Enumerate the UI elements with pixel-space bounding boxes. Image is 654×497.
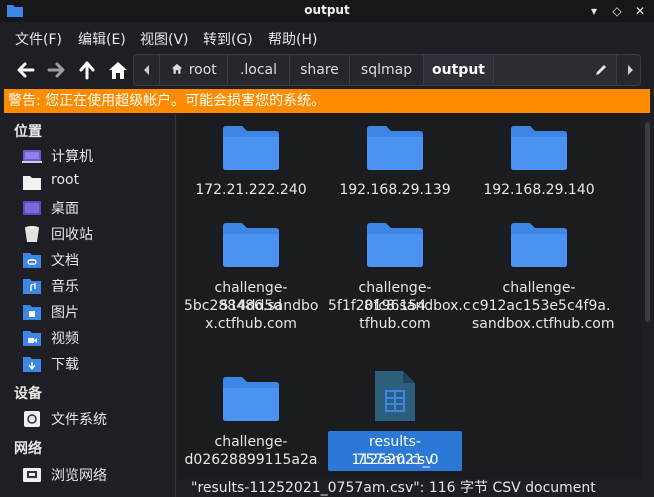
music-folder-icon xyxy=(23,279,41,294)
pictures-folder-icon xyxy=(23,305,41,320)
folder-icon xyxy=(223,223,279,267)
sidebar-item-label: 视频 xyxy=(51,331,79,347)
desktop-icon xyxy=(23,201,41,215)
pencil-icon[interactable] xyxy=(594,63,608,77)
network-icon xyxy=(23,468,41,482)
folder-icon xyxy=(511,126,567,170)
file-name-line: 5f1f20fc8.sandbox.c xyxy=(328,298,471,314)
file-name-line: challenge- xyxy=(214,434,288,450)
sidebar-item-pictures[interactable]: 图片 xyxy=(22,300,172,324)
vertical-scrollbar[interactable] xyxy=(641,114,654,479)
spreadsheet-file-icon xyxy=(375,371,415,421)
root-warning-banner: 警告: 您正在使用超级帐户。可能会损害您的系统。 xyxy=(4,89,650,113)
path-scroll-right[interactable] xyxy=(616,55,640,85)
sidebar-item-label: 浏览网络 xyxy=(51,468,107,484)
home-folder-icon xyxy=(23,176,41,190)
sidebar-item-label: 音乐 xyxy=(51,279,79,295)
crumb-sqlmap[interactable]: sqlmap xyxy=(350,55,424,85)
file-name: 172.21.222.240 xyxy=(195,182,307,198)
trash-icon xyxy=(25,226,39,242)
file-name-line: d02628899115a2a xyxy=(184,452,318,468)
menu-edit[interactable]: 编辑(E) xyxy=(78,29,126,49)
close-icon[interactable]: ✕ xyxy=(632,3,648,19)
folder-icon xyxy=(367,126,423,170)
sidebar-item-label: root xyxy=(51,172,80,188)
home-icon[interactable] xyxy=(106,59,130,81)
menu-bar: 文件(F) 编辑(E) 视图(V) 转到(G) 帮助(H) xyxy=(0,24,654,52)
up-arrow-icon[interactable] xyxy=(75,59,99,81)
downloads-folder-icon xyxy=(23,357,41,372)
file-name: 192.168.29.140 xyxy=(483,182,595,198)
path-bar: root .local share sqlmap output xyxy=(133,54,641,86)
path-scroll-left[interactable] xyxy=(134,55,160,85)
sidebar-item-label: 图片 xyxy=(51,305,79,321)
sidebar-item-trash[interactable]: 回收站 xyxy=(22,222,172,246)
file-name-line: sandbox.ctfhub.com xyxy=(472,316,615,332)
status-bar: "results-11252021_0757am.csv": 116 字节 CS… xyxy=(177,479,654,497)
chevron-right-icon xyxy=(627,65,633,75)
back-arrow-icon[interactable] xyxy=(14,59,38,81)
sidebar-item-music[interactable]: 音乐 xyxy=(22,274,172,298)
chevron-left-icon xyxy=(143,65,149,75)
sidebar-item-computer[interactable]: 计算机 xyxy=(22,144,172,168)
sidebar-item-label: 桌面 xyxy=(51,201,79,217)
file-grid: 172.21.222.240 192.168.29.139 192.168.29… xyxy=(177,114,641,479)
sidebar-item-filesystem[interactable]: 文件系统 xyxy=(22,407,172,431)
folder-icon xyxy=(223,126,279,170)
sidebar-item-downloads[interactable]: 下载 xyxy=(22,352,172,376)
file-name-line: 5bc288486.sandbo xyxy=(184,298,319,314)
folder-icon xyxy=(367,223,423,267)
maximize-icon[interactable]: ◇ xyxy=(609,3,625,19)
menu-go[interactable]: 转到(G) xyxy=(203,29,253,49)
scrollbar-thumb[interactable] xyxy=(645,122,650,322)
places-title: 位置 xyxy=(14,124,42,140)
computer-icon xyxy=(22,150,42,163)
sidebar-item-label: 回收站 xyxy=(51,227,93,243)
file-name-line: tfhub.com xyxy=(359,316,431,332)
documents-folder-icon xyxy=(23,253,41,268)
sidebar-item-browse-network[interactable]: 浏览网络 xyxy=(22,463,172,487)
drive-icon xyxy=(24,411,40,427)
window-title: output xyxy=(304,3,350,17)
file-name: 192.168.29.139 xyxy=(339,182,451,198)
crumb-output[interactable]: output xyxy=(424,55,494,85)
menu-view[interactable]: 视图(V) xyxy=(140,29,189,49)
folder-icon xyxy=(223,377,279,421)
folder-icon xyxy=(511,223,567,267)
menu-help[interactable]: 帮助(H) xyxy=(268,29,317,49)
sidebar-item-label: 文档 xyxy=(51,253,79,269)
network-title: 网络 xyxy=(14,441,42,457)
sidebar-item-label: 文件系统 xyxy=(51,412,107,428)
file-name-line: challenge- xyxy=(502,280,576,296)
sidebar-item-label: 下载 xyxy=(51,357,79,373)
title-bar: output ▾ ◇ ✕ xyxy=(0,0,654,22)
devices-title: 设备 xyxy=(14,386,42,402)
file-name-line: 757am.csv xyxy=(356,452,434,468)
menu-file[interactable]: 文件(F) xyxy=(15,29,62,49)
crumb-root[interactable]: root xyxy=(160,55,228,85)
crumb-share[interactable]: share xyxy=(290,55,350,85)
sidebar-item-root[interactable]: root xyxy=(22,170,172,194)
sidebar-item-documents[interactable]: 文档 xyxy=(22,248,172,272)
sidebar-item-videos[interactable]: 视频 xyxy=(22,326,172,350)
forward-arrow-icon[interactable] xyxy=(44,59,68,81)
crumb-label: root xyxy=(188,62,217,78)
crumb-local[interactable]: .local xyxy=(228,55,290,85)
minimize-icon[interactable]: ▾ xyxy=(586,3,602,19)
path-edit-area[interactable] xyxy=(494,55,616,85)
home-icon xyxy=(171,63,183,74)
file-name-line: c912ac153e5c4f9a. xyxy=(472,298,611,314)
sidebar-item-label: 计算机 xyxy=(51,149,93,165)
file-name-line: x.ctfhub.com xyxy=(205,316,297,332)
sidebar: 位置 计算机 root 桌面 回收站 文档 音乐 图片 视频 下载 设备 文件系… xyxy=(0,114,176,497)
sidebar-item-desktop[interactable]: 桌面 xyxy=(22,196,172,220)
videos-folder-icon xyxy=(23,331,41,346)
